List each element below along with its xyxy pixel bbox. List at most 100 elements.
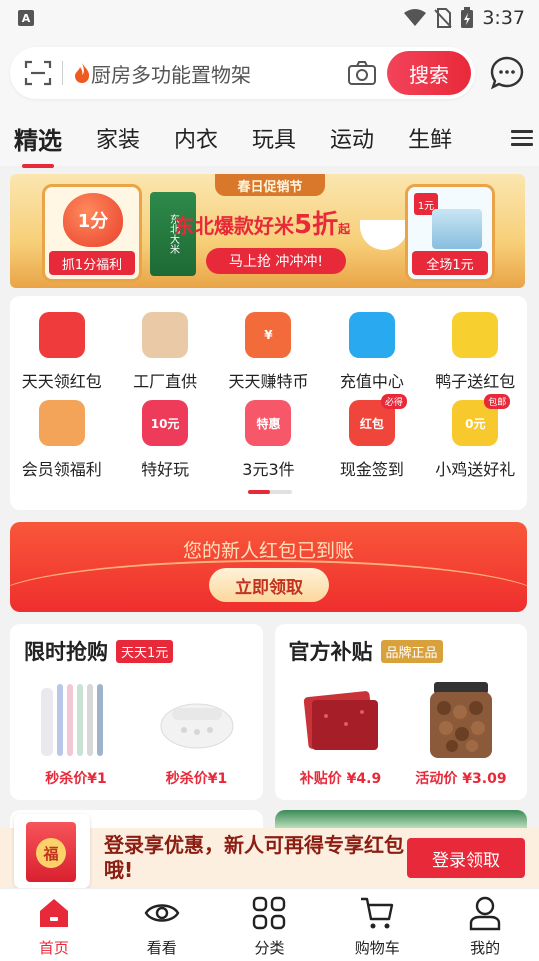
tab-featured[interactable]: 精选: [14, 121, 62, 168]
search-button[interactable]: 搜索: [387, 51, 471, 95]
search-divider: [62, 61, 63, 85]
product-item[interactable]: 秒杀价¥1: [24, 680, 128, 788]
product-item[interactable]: 活动价 ¥3.09: [409, 680, 513, 788]
quick-entry-item[interactable]: 10元特好玩: [113, 400, 216, 480]
clock: 3:37: [482, 7, 525, 29]
eye-icon: [144, 904, 180, 922]
product-item[interactable]: 补贴价 ¥4.9: [289, 680, 393, 788]
vip-diamond-icon: [38, 400, 85, 446]
quick-entry-panel: 天天领红包 工厂直供 ¥ 天天赚特币 充值中心 鸭子送红包 会员领福利 10元 特好玩 特惠 3元3…: [10, 296, 527, 510]
tab-home-decor[interactable]: 家装: [96, 122, 140, 154]
nav-cart[interactable]: 购物车: [323, 889, 431, 961]
menu-icon[interactable]: [511, 126, 533, 148]
nav-label: 我的: [470, 939, 501, 957]
product-item[interactable]: 秒杀价¥1: [145, 680, 249, 788]
fire-icon: [75, 63, 90, 83]
banner-headline-suffix: 起: [338, 222, 351, 236]
quick-entry-label: 天天领红包: [21, 372, 102, 391]
icon-badge-text: 特惠: [256, 416, 281, 431]
bottom-navigation: 首页 看看 分类 购物车 我的: [0, 888, 539, 961]
banner-headline: 东北爆款好米5折起: [174, 204, 350, 241]
quick-entry-label: 现金签到: [339, 460, 404, 479]
quick-entry-item[interactable]: ¥ 天天赚特币: [217, 312, 320, 392]
icon-badge-text: ¥: [264, 328, 273, 342]
scan-icon[interactable]: [24, 59, 52, 87]
quick-entry-label: 工厂直供: [133, 372, 198, 391]
quick-entry-item[interactable]: 特惠 3元3件: [217, 400, 320, 480]
phone-recharge-icon: [348, 312, 395, 358]
red-packet-title: 您的新人红包已到账: [182, 540, 354, 562]
banner-headline-prefix: 东北爆款好米: [174, 214, 294, 238]
tab-sports[interactable]: 运动: [330, 122, 374, 154]
nav-label: 首页: [38, 939, 69, 957]
login-claim-button[interactable]: 登录领取: [407, 838, 525, 878]
official-subsidy-card[interactable]: 官方补贴 品牌正品 补贴价 ¥4.9 活动价 ¥3.09: [274, 624, 527, 800]
promo-row: 限时抢购 天天1元 秒杀价¥1 秒杀价¥1 官方补贴 品牌正品 补贴价 ¥4.9…: [10, 624, 527, 800]
login-prompt-bar[interactable]: 福 登录享优惠，新人可再得专享红包哦! 登录领取: [0, 814, 539, 888]
subsidy-badge: 品牌正品: [380, 639, 443, 663]
duck-icon: [452, 312, 499, 358]
nav-watch[interactable]: 看看: [108, 889, 216, 961]
nav-label: 分类: [254, 939, 285, 957]
banner-left-label: 抓1分福利: [49, 251, 135, 275]
promo-banner[interactable]: 春日促销节 1分 抓1分福利 东北大米 东北爆款好米5折起 马上抢 冲冲冲! 1…: [10, 174, 525, 288]
icon-badge-text: 红包: [359, 416, 384, 431]
flash-sale-title: 限时抢购: [24, 640, 108, 664]
icon-corner-tag: 包邮: [484, 394, 511, 409]
accessibility-notification-icon: A: [18, 10, 34, 26]
tab-fresh[interactable]: 生鲜: [408, 122, 452, 154]
quick-entry-label: 鸭子送红包: [435, 372, 516, 391]
banner-right-label: 全场1元: [412, 251, 488, 275]
quick-entry-item[interactable]: 充值中心: [320, 312, 423, 392]
wifi-icon: [404, 9, 427, 26]
icon-corner-tag: 必得: [380, 394, 407, 409]
flash-sale-badge: 天天1元: [116, 639, 174, 663]
quick-entry-item[interactable]: 鸭子送红包: [424, 312, 527, 392]
page-indicator: [248, 490, 292, 494]
tab-toys[interactable]: 玩具: [252, 122, 296, 154]
quick-entry-label: 3元3件: [242, 460, 295, 479]
flash-sale-products: 秒杀价¥1 秒杀价¥1: [24, 680, 249, 788]
lucky-bag-icon: 1分: [63, 193, 123, 247]
subsidy-header: 官方补贴 品牌正品: [289, 636, 514, 666]
quick-entry-item[interactable]: 0元 包邮 小鸡送好礼: [424, 394, 527, 480]
cash-signin-icon: 红包 必得: [348, 394, 407, 446]
login-prompt-text: 登录享优惠，新人可再得专享红包哦!: [104, 833, 404, 882]
chick-gift-icon: 0元 包邮: [452, 394, 511, 446]
factory-icon: [142, 312, 189, 358]
quick-entry-item[interactable]: 工厂直供: [113, 312, 216, 392]
product-price: 补贴价 ¥4.9: [299, 771, 382, 787]
subsidy-title: 官方补贴: [288, 640, 373, 664]
quick-entry-item[interactable]: 红包 必得现金签到: [320, 394, 423, 480]
message-icon[interactable]: [489, 55, 525, 91]
tissue-box-image: [432, 209, 482, 249]
search-placeholder[interactable]: 厨房多功能置物架: [91, 59, 347, 88]
banner-left-card[interactable]: 1分 抓1分福利: [42, 184, 142, 282]
nav-profile[interactable]: 我的: [431, 889, 539, 961]
product-price: 秒杀价¥1: [45, 771, 107, 787]
banner-right-card[interactable]: 1元 全场1元: [405, 184, 495, 282]
banner-cta-button[interactable]: 马上抢 冲冲冲!: [206, 248, 346, 274]
red-packet-icon: [38, 312, 85, 358]
fun-game-icon: 10元: [142, 400, 189, 446]
product-price: 秒杀价¥1: [165, 771, 228, 787]
quick-entry-item[interactable]: 天天领红包: [10, 312, 113, 392]
tab-underwear[interactable]: 内衣: [174, 122, 218, 154]
peek-right: [274, 810, 527, 830]
red-envelope-image: 福: [14, 814, 90, 888]
search-box[interactable]: 厨房多功能置物架 搜索: [10, 47, 475, 99]
grid-icon: [253, 896, 286, 930]
coin-game-icon: ¥: [245, 312, 292, 358]
quick-entry-label: 特好玩: [141, 460, 190, 479]
home-icon: [39, 899, 68, 927]
camera-icon[interactable]: [347, 60, 377, 86]
quick-entry-label: 充值中心: [339, 372, 404, 391]
flash-sale-card[interactable]: 限时抢购 天天1元 秒杀价¥1 秒杀价¥1: [10, 624, 263, 800]
claim-now-button[interactable]: 立即领取: [209, 568, 329, 602]
nav-home[interactable]: 首页: [0, 889, 108, 961]
quick-entry-item[interactable]: 会员领福利: [10, 400, 113, 480]
nut-jar-image: [430, 682, 492, 758]
new-user-red-packet[interactable]: 您的新人红包已到账 立即领取: [10, 522, 527, 612]
nav-category[interactable]: 分类: [216, 889, 324, 961]
quick-entry-label: 天天赚特币: [228, 372, 309, 391]
